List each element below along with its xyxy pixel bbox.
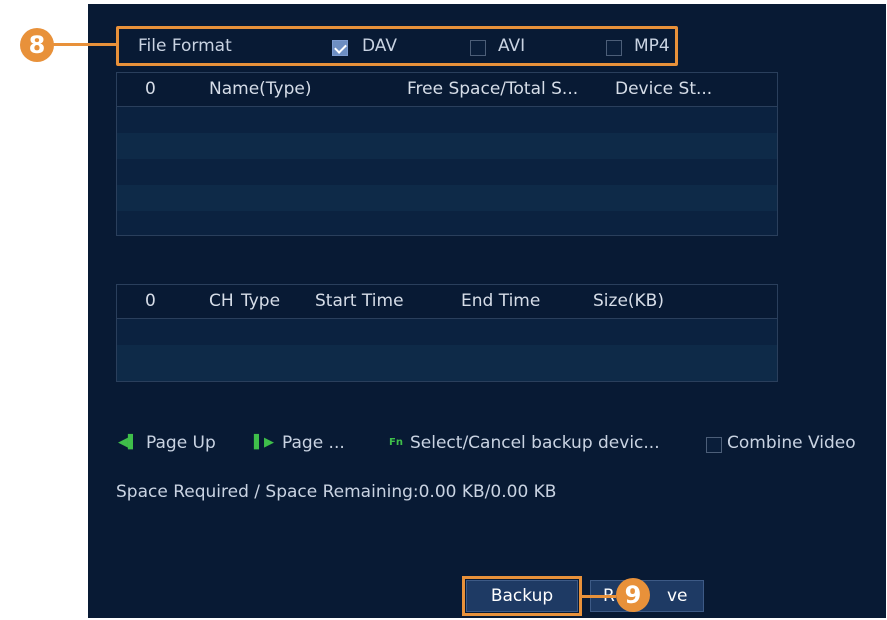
backup-button-highlight xyxy=(462,576,582,616)
fn-key-icon: Fn xyxy=(389,437,403,448)
file-col-type[interactable]: Type xyxy=(241,291,280,311)
device-table: 0 Name(Type) Free Space/Total S... Devic… xyxy=(116,72,778,236)
table-row[interactable] xyxy=(117,319,777,345)
callout-leader-8 xyxy=(52,43,118,46)
table-row[interactable] xyxy=(117,185,777,211)
file-format-label: File Format xyxy=(138,36,232,56)
file-col-ch[interactable]: CH xyxy=(209,291,234,311)
device-col-status[interactable]: Device St... xyxy=(615,79,712,99)
table-row[interactable] xyxy=(117,159,777,185)
dav-label: DAV xyxy=(362,36,397,56)
combine-video-label: Combine Video xyxy=(727,433,856,453)
avi-checkbox[interactable] xyxy=(470,40,486,56)
dav-checkbox[interactable] xyxy=(332,40,348,56)
callout-badge-8: 8 xyxy=(20,28,54,62)
device-col-name[interactable]: Name(Type) xyxy=(209,79,311,99)
combine-video-checkbox[interactable] xyxy=(706,437,722,453)
file-table-header: 0 CH Type Start Time End Time Size(KB) xyxy=(117,285,777,319)
space-info: Space Required / Space Remaining:0.00 KB… xyxy=(116,482,557,502)
file-col-index[interactable]: 0 xyxy=(145,291,156,311)
table-row[interactable] xyxy=(117,133,777,159)
select-cancel-label: Select/Cancel backup devic... xyxy=(410,433,660,453)
page-up-icon: ◀▌ xyxy=(118,435,138,450)
file-col-end-time[interactable]: End Time xyxy=(461,291,540,311)
table-row[interactable] xyxy=(117,107,777,133)
mp4-label: MP4 xyxy=(634,36,670,56)
page-up-label: Page Up xyxy=(146,433,216,453)
device-table-header: 0 Name(Type) Free Space/Total S... Devic… xyxy=(117,73,777,107)
device-col-space[interactable]: Free Space/Total S... xyxy=(407,79,578,99)
device-col-index[interactable]: 0 xyxy=(145,79,156,99)
file-col-start-time[interactable]: Start Time xyxy=(315,291,404,311)
page-down-label: Page ... xyxy=(282,433,345,453)
table-row[interactable] xyxy=(117,345,777,381)
avi-label: AVI xyxy=(498,36,526,56)
callout-leader-9 xyxy=(582,595,616,598)
page-down-icon: ▌▶ xyxy=(254,435,274,450)
remove-button-label-right: ve xyxy=(667,586,688,606)
callout-badge-9: 9 xyxy=(616,578,650,612)
file-table: 0 CH Type Start Time End Time Size(KB) xyxy=(116,284,778,382)
mp4-checkbox[interactable] xyxy=(606,40,622,56)
file-col-size[interactable]: Size(KB) xyxy=(593,291,664,311)
table-row[interactable] xyxy=(117,211,777,235)
